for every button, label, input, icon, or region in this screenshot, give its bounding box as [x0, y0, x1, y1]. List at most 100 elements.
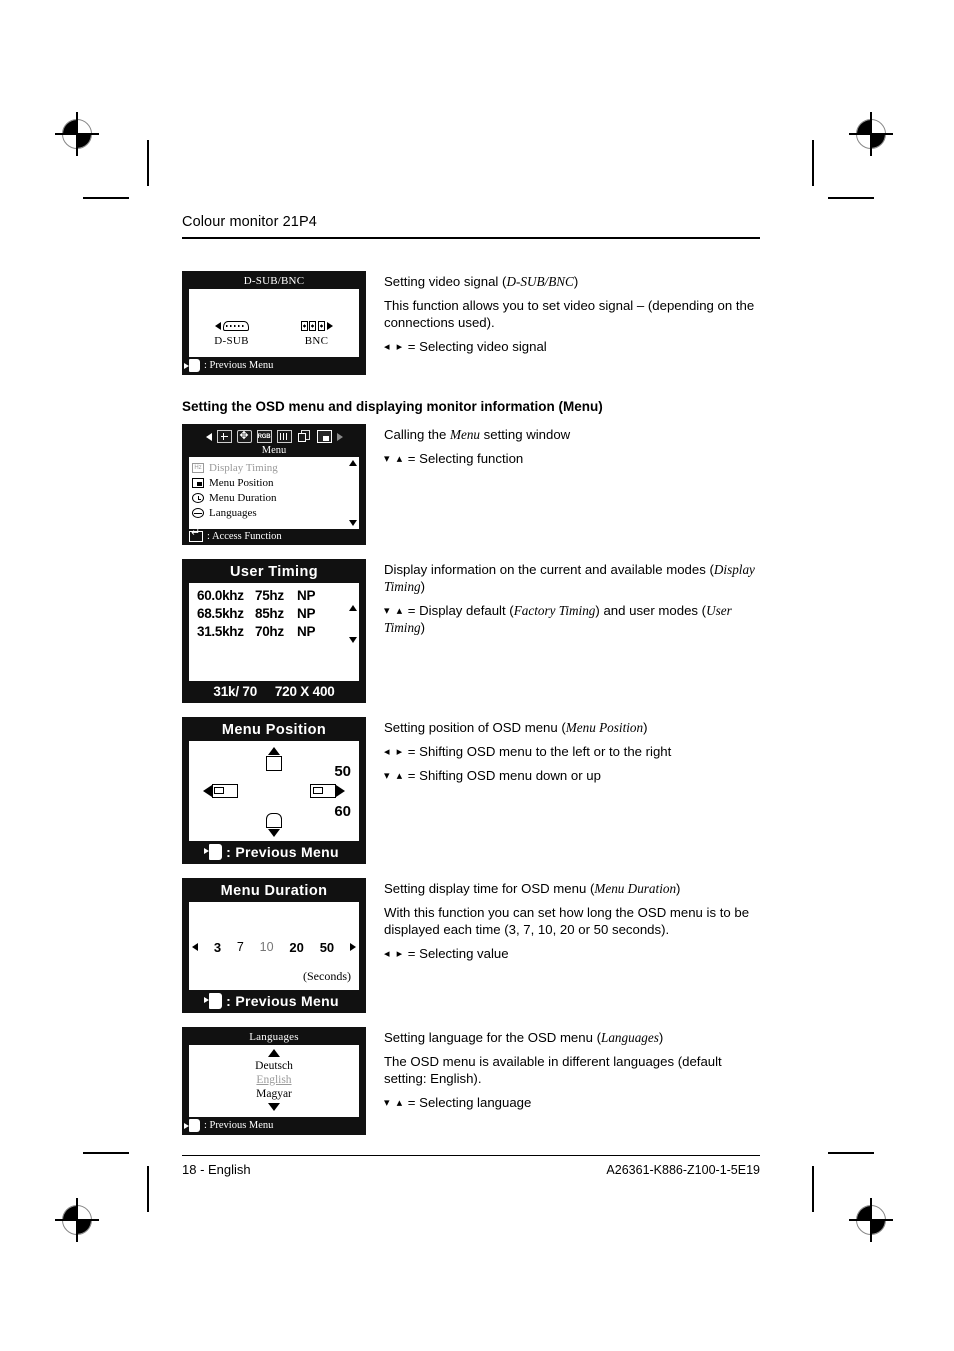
osd-panel-languages: Languages Deutsch English Magyar : Previ…	[182, 1026, 366, 1135]
section-menu-duration: Menu Duration 3 7 10 20 50 (Seconds): P…	[182, 877, 760, 1013]
scroll-down-icon[interactable]	[349, 636, 357, 643]
duration-values: 3 7 10 20 50	[189, 940, 359, 955]
duration-value[interactable]: 50	[320, 940, 334, 955]
size-position-icon[interactable]	[216, 430, 232, 444]
scroll-down-icon[interactable]	[268, 1102, 280, 1111]
language-item-magyar[interactable]: Magyar	[189, 1087, 359, 1101]
right-arrow-icon[interactable]	[326, 321, 333, 330]
menu-item-menu-position[interactable]: Menu Position	[192, 476, 359, 491]
menu-calling-text: Calling the Menu setting window	[384, 426, 571, 442]
connector-bnc[interactable]: BNC	[281, 319, 353, 347]
timing-rate: 70hz	[255, 623, 284, 639]
scroll-up-icon[interactable]	[268, 1048, 280, 1057]
osd-icon[interactable]	[297, 430, 312, 443]
osd-column: User Timing 60.0khz 75hz NP 68.5khz 85hz…	[182, 558, 366, 703]
section-display-timing: User Timing 60.0khz 75hz NP 68.5khz 85hz…	[182, 558, 760, 703]
timing-row: 60.0khz 75hz NP	[197, 587, 359, 605]
shift-right-control[interactable]	[310, 783, 345, 798]
osd-body: 60.0khz 75hz NP 68.5khz 85hz NP 31.5khz …	[189, 582, 359, 681]
registration-mark-top-right	[849, 112, 893, 156]
scroll-up-icon[interactable]	[349, 459, 357, 466]
connector-dsub[interactable]: D-SUB	[196, 319, 268, 347]
osd-footer: : Previous Menu	[183, 1117, 365, 1134]
bar-left-arrow-icon[interactable]	[205, 432, 212, 441]
timing-frequency: 60.0khz	[197, 587, 244, 603]
registration-hline	[849, 1219, 893, 1221]
clock-icon	[192, 493, 204, 504]
menu-icon[interactable]	[316, 430, 332, 444]
crop-mark-vertical-top-right	[812, 140, 814, 186]
menu-item-list: Hz Display Timing Menu Position Menu Dur…	[189, 459, 359, 521]
current-mode-resolution: 720 X 400	[274, 683, 335, 699]
moire-icon[interactable]	[276, 430, 292, 444]
page-footer: 18 - English A26361-K886-Z100-1-5E19	[182, 1156, 760, 1177]
timing-frequency: 68.5khz	[197, 605, 244, 621]
duration-value[interactable]: 7	[237, 940, 244, 954]
crop-mark-horizontal-top-right	[828, 197, 874, 199]
menu-keyhint: ▾ ▴ = Selecting function	[384, 450, 524, 466]
left-arrow-icon[interactable]	[192, 943, 198, 952]
menu-box-right-icon	[310, 783, 336, 798]
document-page: Colour monitor 21P4 D-SUB/BNC D-SUB BNC …	[182, 214, 760, 1177]
language-item-deutsch[interactable]: Deutsch	[189, 1059, 359, 1073]
language-item-english[interactable]: English	[189, 1073, 359, 1087]
duration-value[interactable]: 10	[260, 940, 274, 954]
crop-mark-vertical-top-left	[147, 140, 149, 186]
section-menu-position: Menu Position 50 60: Previous Menu Sett…	[182, 716, 760, 864]
section-heading-menu: Setting the OSD menu and displaying moni…	[182, 398, 603, 414]
languages-keyhint: ▾ ▴ = Selecting language	[384, 1095, 532, 1111]
menu-position-keyhint-ud: ▾ ▴ = Shifting OSD menu down or up	[384, 767, 601, 783]
osd-footer-label: : Access Function	[207, 530, 282, 542]
left-right-key-icon: ◂ ▸	[384, 948, 405, 961]
osd-column: D-SUB/BNC D-SUB BNC: Previous Menu	[182, 270, 366, 375]
osd-footer-label: : Previous Menu	[204, 1119, 274, 1131]
scroll-up-icon[interactable]	[349, 604, 357, 611]
duration-value[interactable]: 3	[214, 940, 221, 955]
osd-title: Menu Duration	[220, 882, 328, 899]
shift-down-control[interactable]	[266, 812, 282, 837]
registration-mark-bottom-right	[849, 1198, 893, 1242]
rgb-colour-icon[interactable]: RGB	[256, 430, 272, 444]
osd-footer-label: : Previous Menu	[226, 843, 339, 860]
crop-mark-horizontal-bottom-right	[828, 1152, 874, 1154]
osd-footer-label: : Previous Menu	[226, 992, 339, 1009]
menu-duration-keyhint: ◂ ▸ = Selecting value	[384, 946, 509, 962]
bnc-connector-icon	[300, 320, 325, 331]
osd-body: 3 7 10 20 50 (Seconds)	[189, 901, 359, 990]
right-arrow-icon[interactable]	[350, 943, 356, 952]
osd-panel-user-timing: User Timing 60.0khz 75hz NP 68.5khz 85hz…	[182, 558, 366, 703]
shift-up-control[interactable]	[266, 746, 282, 771]
osd-title: Menu Position	[221, 721, 327, 738]
position-control-grid: 50 60	[189, 741, 359, 841]
document-id: A26361-K886-Z100-1-5E19	[606, 1163, 760, 1178]
osd-footer: 31k/ 70 720 X 400	[183, 681, 365, 702]
menu-position-icon	[192, 478, 204, 489]
languages-body: The OSD menu is available in different l…	[384, 1053, 722, 1086]
bar-right-arrow-icon[interactable]	[336, 432, 343, 441]
explanation-column: Setting display time for OSD menu (Menu …	[366, 878, 760, 970]
menu-item-display-timing[interactable]: Hz Display Timing	[192, 461, 359, 476]
timing-rate: 75hz	[255, 587, 284, 603]
down-arrow-icon	[268, 828, 280, 837]
timing-row: 31.5khz 70hz NP	[197, 623, 359, 641]
up-arrow-icon	[268, 746, 280, 755]
menu-item-languages[interactable]: Languages	[192, 506, 359, 521]
menu-item-label: Languages	[209, 506, 257, 519]
shift-left-control[interactable]	[203, 783, 238, 798]
duration-unit-label: (Seconds)	[303, 968, 351, 983]
osd-column: RGB Menu Hz Display Timing	[182, 423, 366, 545]
hz-icon: Hz	[192, 463, 204, 474]
menu-item-menu-duration[interactable]: Menu Duration	[192, 491, 359, 506]
left-arrow-icon[interactable]	[214, 321, 221, 330]
menu-item-label: Menu Position	[209, 476, 274, 489]
timing-row-list: 60.0khz 75hz NP 68.5khz 85hz NP 31.5khz …	[189, 583, 359, 641]
osd-title: User Timing	[230, 563, 318, 580]
osd-footer: : Previous Menu	[183, 990, 365, 1012]
scroll-down-icon[interactable]	[349, 519, 357, 526]
osd-footer: : Previous Menu	[183, 841, 365, 863]
duration-value[interactable]: 20	[289, 940, 303, 955]
osd-column: Languages Deutsch English Magyar : Previ…	[182, 1026, 366, 1135]
geometry-icon[interactable]	[236, 430, 252, 444]
languages-icon	[192, 508, 204, 519]
osd-column: Menu Duration 3 7 10 20 50 (Seconds): P…	[182, 877, 366, 1013]
